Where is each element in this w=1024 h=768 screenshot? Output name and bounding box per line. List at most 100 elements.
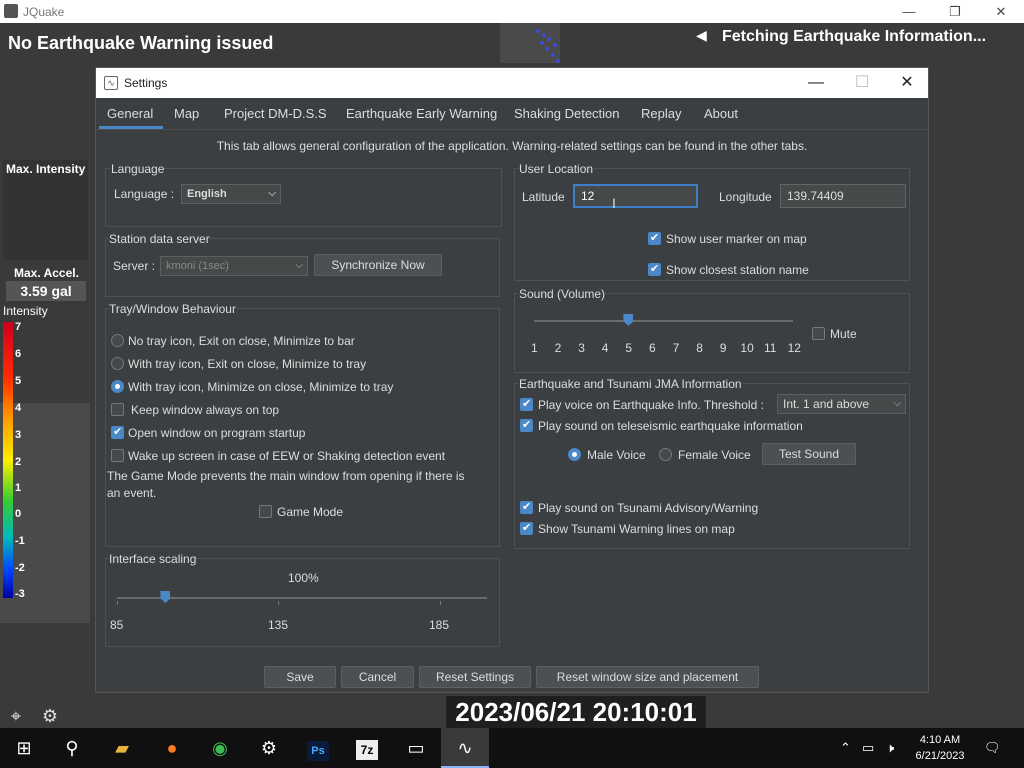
station-group-title: Station data server (109, 232, 210, 246)
notification-icon[interactable]: 🗨 (984, 740, 1001, 756)
tab-shaking-detection[interactable]: Shaking Detection (514, 106, 620, 121)
wake-screen-checkbox[interactable] (111, 449, 124, 462)
photoshop-icon[interactable]: Ps (294, 728, 342, 768)
show-marker-checkbox[interactable] (648, 231, 661, 245)
intensity-label: Intensity (3, 304, 48, 318)
dialog-minimize-button[interactable]: — (793, 68, 839, 98)
server-label: Server : (113, 259, 156, 273)
tab-eew[interactable]: Earthquake Early Warning (346, 106, 497, 121)
dialog-maximize-button: ☐ (854, 74, 870, 91)
network-icon[interactable]: ▭ (862, 740, 874, 756)
clock-date: 6/21/2023 (915, 750, 965, 762)
male-voice-radio[interactable] (568, 448, 581, 461)
latitude-input[interactable]: 12 (573, 184, 698, 208)
volume-tick-label: 12 (787, 341, 801, 355)
tray-option-radio-1[interactable] (111, 334, 124, 347)
scaling-min-label: 85 (110, 618, 124, 632)
terminal-icon[interactable]: ▭ (392, 728, 440, 768)
test-sound-button[interactable]: Test Sound (762, 443, 856, 465)
tray-option-label-3: With tray icon, Minimize on close, Minim… (128, 380, 394, 394)
play-teleseismic-checkbox[interactable] (520, 418, 533, 432)
scaling-slider-track[interactable] (117, 597, 487, 599)
reset-settings-button[interactable]: Reset Settings (419, 666, 531, 688)
always-on-top-checkbox[interactable] (111, 403, 124, 416)
tab-description: This tab allows general configuration of… (216, 139, 808, 153)
tray-group-title: Tray/Window Behaviour (109, 302, 236, 316)
app-titlebar: JQuake — ❐ ✕ (0, 0, 1024, 23)
jquake-icon[interactable]: ∿ (441, 728, 489, 768)
save-button[interactable]: Save (264, 666, 336, 688)
7zip-label: 7z (356, 740, 378, 760)
search-icon[interactable]: ⚲ (48, 728, 96, 768)
volume-slider-track[interactable] (534, 320, 793, 322)
female-voice-radio[interactable] (659, 448, 672, 461)
mute-checkbox[interactable] (812, 327, 825, 340)
synchronize-now-button[interactable]: Synchronize Now (314, 254, 442, 276)
tray-option-radio-2[interactable] (111, 357, 124, 370)
scale-tick: -3 (15, 588, 25, 600)
warning-status: No Earthquake Warning issued (8, 33, 274, 53)
dialog-close-button[interactable]: ✕ (884, 68, 930, 98)
volume-tick-label: 5 (625, 341, 633, 355)
tab-project-dmdss[interactable]: Project DM-D.S.S (224, 106, 327, 121)
tab-map[interactable]: Map (174, 106, 199, 121)
volume-muted-icon[interactable]: 🕨 (886, 740, 894, 756)
latitude-label: Latitude (522, 190, 565, 204)
tray-option-radio-3[interactable] (111, 380, 124, 393)
fetch-status: Fetching Earthquake Information... (722, 28, 987, 45)
start-icon[interactable]: ⊞ (0, 728, 48, 768)
mute-label: Mute (830, 327, 857, 341)
scale-tick: 4 (15, 402, 22, 414)
app-title: JQuake (23, 5, 65, 19)
tab-about[interactable]: About (704, 106, 738, 121)
volume-tick-label: 3 (578, 341, 585, 355)
open-on-startup-label: Open window on program startup (128, 426, 306, 440)
file-explorer-icon[interactable]: ▰ (98, 728, 146, 768)
firefox-icon[interactable]: ● (148, 728, 196, 768)
language-group-title: Language (111, 162, 165, 176)
locate-icon[interactable]: ⌖ (5, 705, 27, 727)
tsunami-sound-checkbox[interactable] (520, 500, 533, 514)
game-mode-checkbox[interactable] (259, 505, 272, 518)
taskbar-clock[interactable]: 4:10 AM 6/21/2023 (906, 732, 974, 764)
play-voice-label: Play voice on Earthquake Info. Threshold… (538, 398, 764, 412)
maximize-button[interactable]: ❐ (932, 0, 978, 23)
settings-app-icon: ∿ (104, 76, 118, 90)
current-datetime: 2023/06/21 20:10:01 (446, 696, 706, 728)
collapse-arrow-icon[interactable]: ◀ (696, 27, 707, 44)
scale-tick: 1 (15, 482, 22, 494)
minimize-button[interactable]: — (886, 0, 932, 23)
scale-tick: 2 (15, 456, 22, 468)
tsunami-sound-label: Play sound on Tsunami Advisory/Warning (538, 501, 759, 515)
longitude-input[interactable]: 139.74409 (780, 184, 906, 208)
chrome-icon[interactable]: ◉ (196, 728, 244, 768)
volume-tick-label: 8 (696, 341, 703, 355)
sound-group-title: Sound (Volume) (519, 287, 606, 301)
volume-tick-label: 11 (764, 341, 777, 355)
show-station-checkbox[interactable] (648, 262, 661, 276)
play-voice-checkbox[interactable] (520, 397, 533, 411)
cancel-button[interactable]: Cancel (341, 666, 414, 688)
always-on-top-label: Keep window always on top (131, 403, 280, 417)
open-on-startup-checkbox[interactable] (111, 425, 124, 439)
chevron-up-icon[interactable]: ⌃ (840, 740, 851, 756)
reset-window-button[interactable]: Reset window size and placement (536, 666, 759, 688)
tsunami-lines-checkbox[interactable] (520, 521, 533, 535)
server-select[interactable]: kmoni (1sec) ⌵ (160, 256, 308, 276)
station-dots (536, 29, 560, 63)
scaling-mid-label: 135 (268, 618, 289, 632)
volume-tick-label: 7 (672, 341, 680, 355)
tray-option-label-1: No tray icon, Exit on close, Minimize to… (128, 334, 355, 348)
close-button[interactable]: ✕ (978, 0, 1024, 23)
settings-icon[interactable]: ⚙ (245, 728, 293, 768)
tab-replay[interactable]: Replay (641, 106, 681, 121)
scaling-max-label: 185 (429, 618, 450, 632)
gear-icon[interactable]: ⚙ (39, 705, 61, 727)
scaling-group-title: Interface scaling (109, 552, 197, 566)
language-select[interactable]: English ⌵ (181, 184, 281, 204)
volume-tick-label: 2 (554, 341, 562, 355)
volume-tick-label: 10 (740, 341, 754, 355)
threshold-select[interactable]: Int. 1 and above ⌵ (777, 394, 906, 414)
7zip-icon[interactable]: 7z (343, 728, 391, 768)
tab-general[interactable]: General (107, 106, 153, 121)
